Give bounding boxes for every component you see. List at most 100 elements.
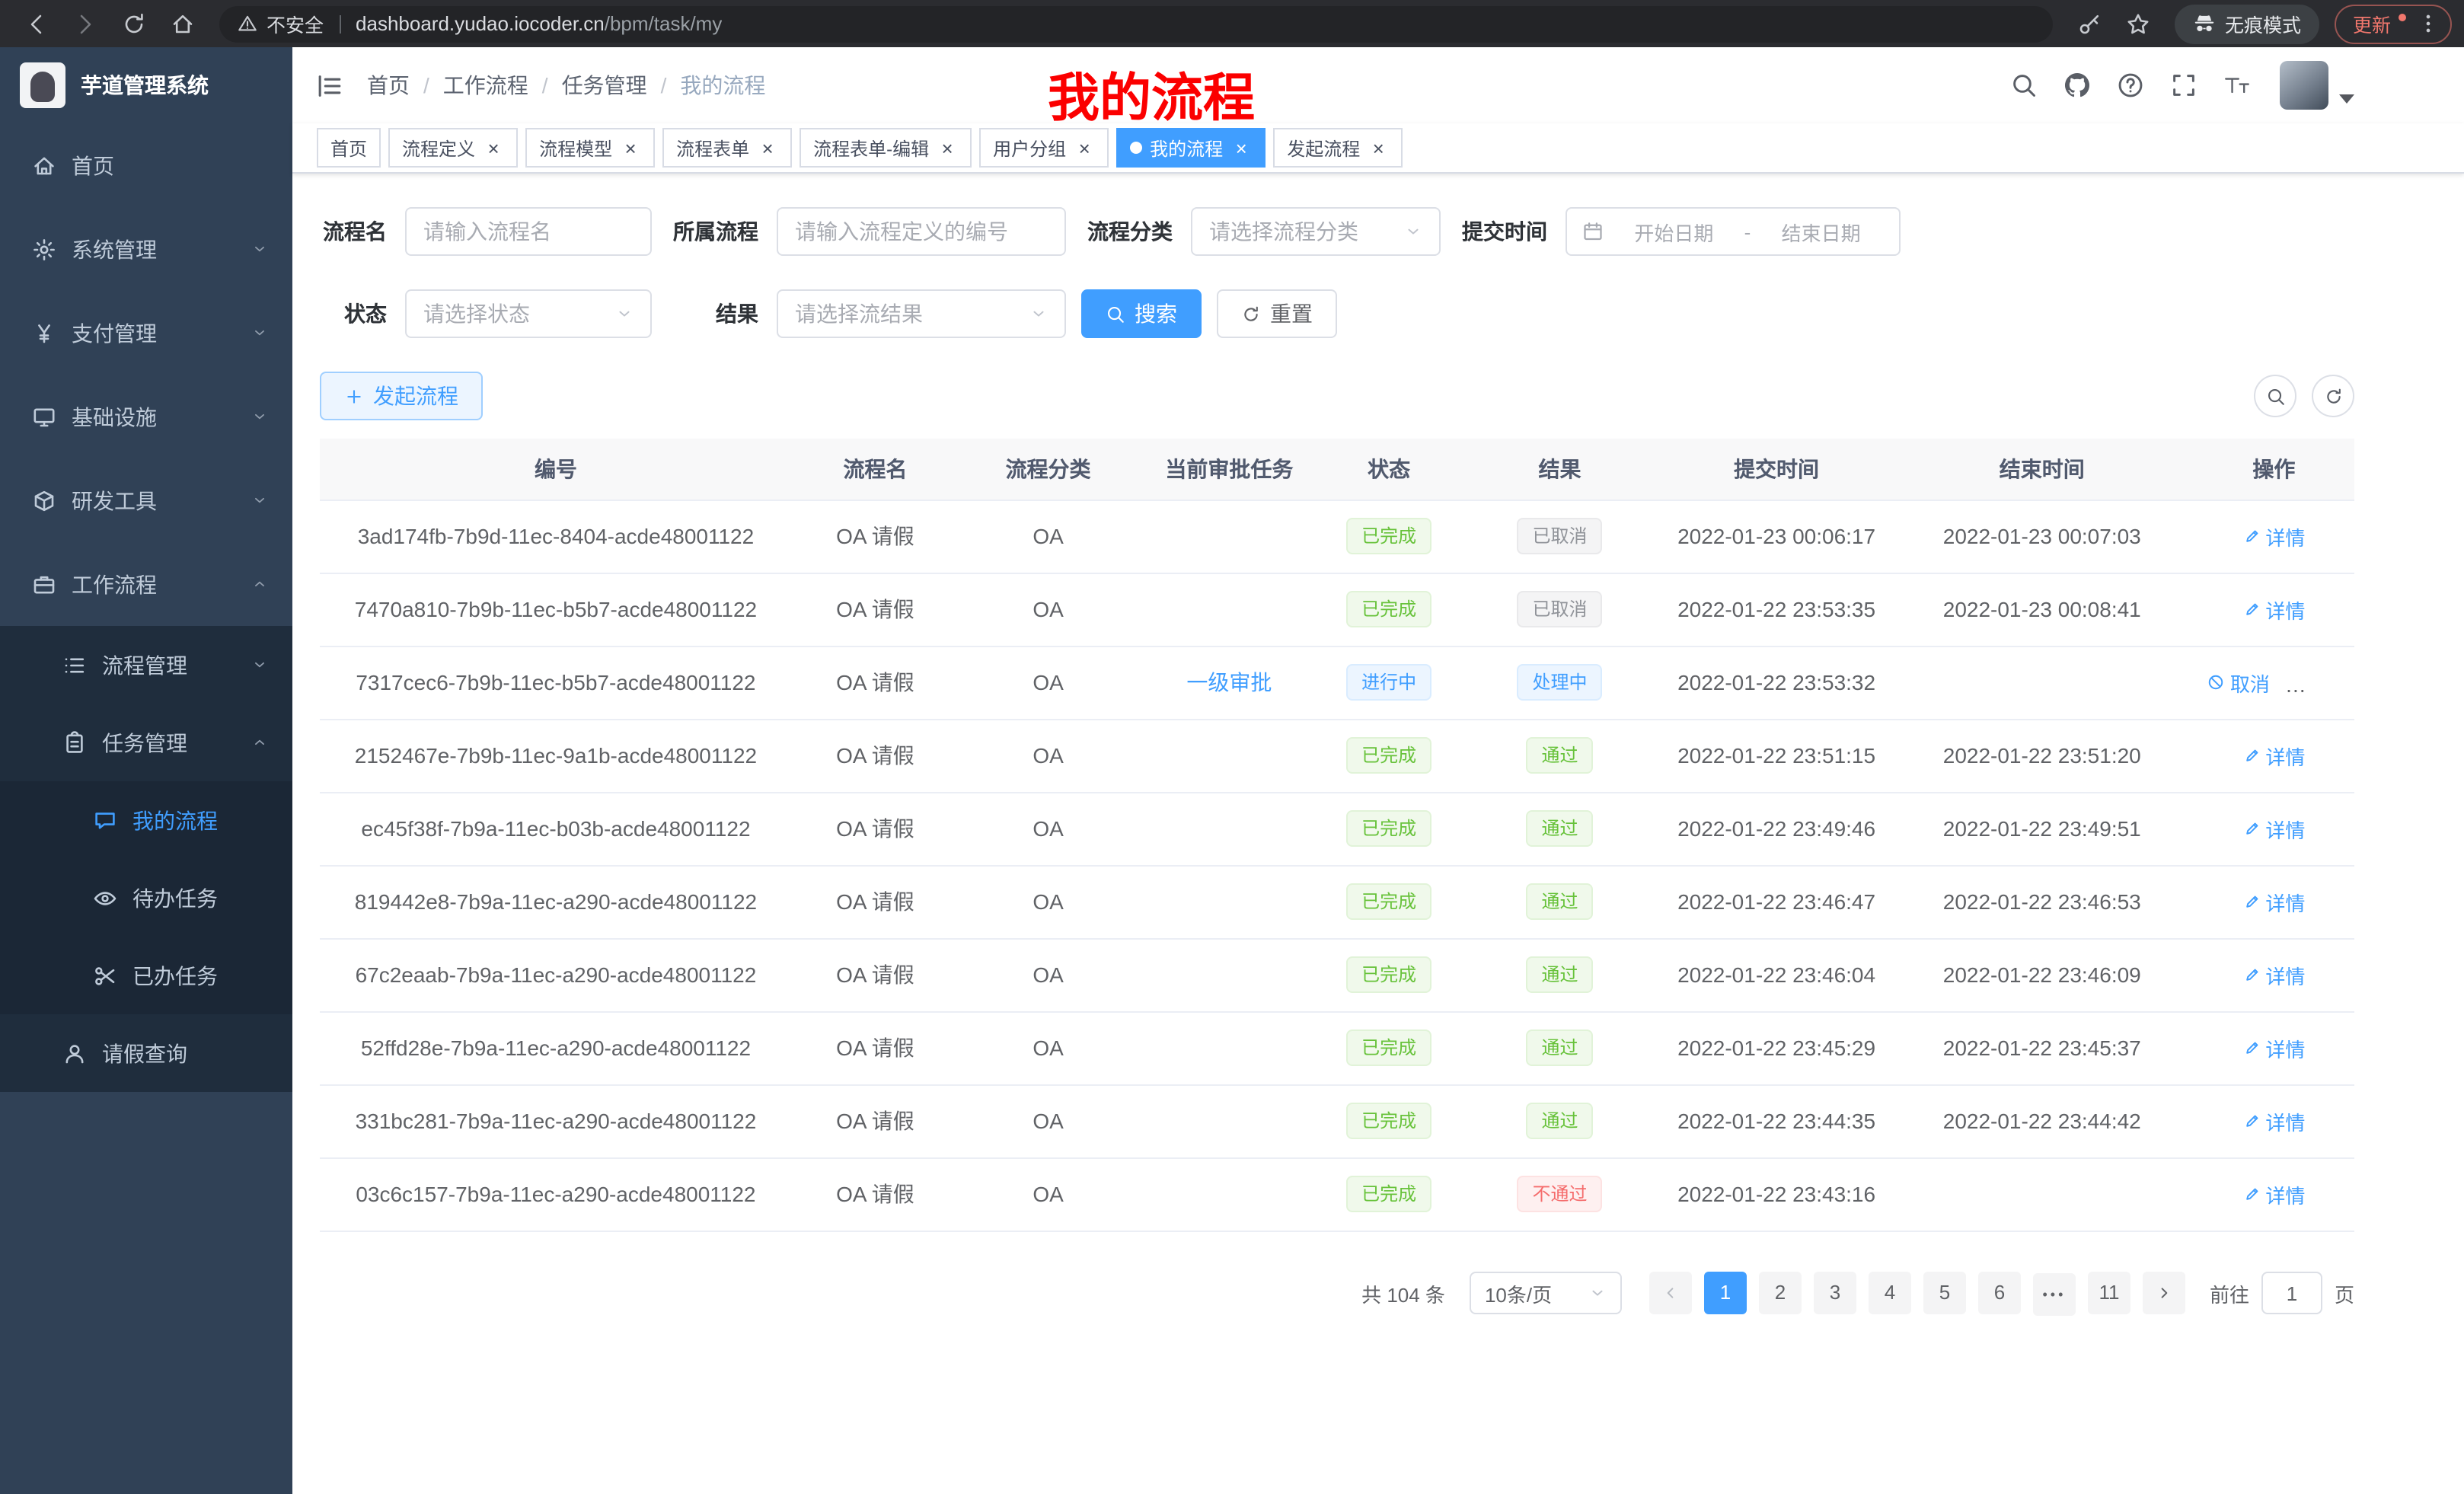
address-bar[interactable]: 不安全 dashboard.yudao.iocoder.cn/bpm/task/… xyxy=(219,5,2053,42)
detail-link[interactable]: 详情 xyxy=(2242,814,2305,843)
cell-result: 处理中 xyxy=(1457,646,1663,719)
result-select[interactable]: 请选择流结果 xyxy=(777,289,1066,338)
sidebar-item-todo-task[interactable]: 待办任务 xyxy=(0,859,292,937)
tab-close-icon[interactable]: × xyxy=(937,137,958,158)
breadcrumb-item[interactable]: 工作流程 xyxy=(443,70,528,101)
process-def-input[interactable] xyxy=(777,207,1066,256)
submit-time-range[interactable]: 开始日期 - 结束日期 xyxy=(1566,207,1901,256)
tab-process-model[interactable]: 流程模型× xyxy=(525,128,655,168)
sidebar-item-my-process[interactable]: 我的流程 xyxy=(0,781,292,859)
page-button-4[interactable]: 4 xyxy=(1869,1271,1911,1314)
breadcrumb-item: 我的流程 xyxy=(680,70,765,101)
page-button-1[interactable]: 1 xyxy=(1704,1271,1747,1314)
user-menu[interactable] xyxy=(2280,61,2354,110)
detail-link[interactable]: 详情 xyxy=(2242,1033,2305,1062)
tab-close-icon[interactable]: × xyxy=(757,137,778,158)
app-logo[interactable]: 芋道管理系统 xyxy=(0,47,292,123)
page-button-6[interactable]: 6 xyxy=(1978,1271,2021,1314)
table-column-header: 提交时间 xyxy=(1662,439,1890,500)
hamburger-icon[interactable] xyxy=(315,71,344,100)
tab-close-icon[interactable]: × xyxy=(483,137,504,158)
refresh-table-button[interactable] xyxy=(2312,375,2354,417)
breadcrumb-item[interactable]: 任务管理 xyxy=(562,70,647,101)
cell-process-name: OA 请假 xyxy=(792,938,959,1011)
tab-close-icon[interactable]: × xyxy=(1368,137,1389,158)
search-button[interactable]: 搜索 xyxy=(1081,289,1202,338)
reset-button[interactable]: 重置 xyxy=(1217,289,1337,338)
sidebar-item-process-manage[interactable]: 流程管理 xyxy=(0,626,292,704)
cancel-link[interactable]: 取消 xyxy=(2207,668,2270,697)
detail-link[interactable]: 详情 xyxy=(2242,522,2305,551)
more-pages-button[interactable]: ••• xyxy=(2033,1273,2076,1316)
cell-current-task xyxy=(1138,500,1320,573)
browser-home-icon[interactable] xyxy=(171,11,195,36)
detail-link[interactable]: 详情 xyxy=(2242,595,2305,624)
github-icon[interactable] xyxy=(2063,72,2091,99)
page-button-2[interactable]: 2 xyxy=(1759,1271,1802,1314)
sidebar-item-done-task[interactable]: 已办任务 xyxy=(0,937,292,1014)
refresh-icon xyxy=(2323,386,2343,406)
tab-start-process[interactable]: 发起流程 × xyxy=(1273,128,1403,168)
process-name-input[interactable] xyxy=(405,207,652,256)
sidebar-item-leave-query[interactable]: 请假查询 xyxy=(0,1014,292,1092)
detail-link[interactable]: 详情 xyxy=(2242,960,2305,989)
tab-my-process[interactable]: 我的流程 × xyxy=(1116,128,1266,168)
help-icon[interactable] xyxy=(2117,72,2144,99)
tab-process-form-edit[interactable]: 流程表单-编辑× xyxy=(800,128,972,168)
tab-close-icon[interactable]: × xyxy=(620,137,641,158)
browser-back-icon[interactable] xyxy=(24,11,49,36)
table-row: 52ffd28e-7b9a-11ec-a290-acde48001122OA 请… xyxy=(320,1011,2354,1084)
search-icon[interactable] xyxy=(2010,72,2038,99)
next-page-button[interactable] xyxy=(2143,1272,2185,1315)
avatar[interactable] xyxy=(2280,61,2328,110)
tab-user-group[interactable]: 用户分组× xyxy=(979,128,1109,168)
sidebar-item-payment-manage[interactable]: 支付管理 xyxy=(0,291,292,375)
tab-close-icon[interactable]: × xyxy=(1074,137,1095,158)
detail-link[interactable]: 详情 xyxy=(2242,887,2305,916)
tab-process-form[interactable]: 流程表单× xyxy=(662,128,792,168)
password-manager-icon[interactable] xyxy=(2077,11,2102,36)
detail-link[interactable]: 详情 xyxy=(2242,1106,2305,1135)
cell-submit-time: 2022-01-23 00:06:17 xyxy=(1662,500,1890,573)
page-button-5[interactable]: 5 xyxy=(1923,1271,1966,1314)
page-size-select[interactable]: 10条/页 xyxy=(1470,1272,1622,1315)
tab-label: 我的流程 xyxy=(1150,135,1223,161)
action-label: 详情 xyxy=(2265,1180,2305,1208)
detail-link[interactable]: 详情 xyxy=(2242,1180,2305,1208)
tab-close-icon[interactable]: × xyxy=(1230,137,1252,158)
table-row: 2152467e-7b9b-11ec-9a1b-acde48001122OA 请… xyxy=(320,719,2354,792)
sidebar-item-task-manage[interactable]: 任务管理 xyxy=(0,704,292,781)
sidebar-item-home[interactable]: 首页 xyxy=(0,123,292,207)
sidebar-item-system-manage[interactable]: 系统管理 xyxy=(0,207,292,291)
browser-forward-icon[interactable] xyxy=(73,11,97,36)
status-select[interactable]: 请选择状态 xyxy=(405,289,652,338)
sidebar-item-infrastructure[interactable]: 基础设施 xyxy=(0,375,292,458)
goto-page-input[interactable] xyxy=(2261,1272,2322,1315)
page-button-11[interactable]: 11 xyxy=(2088,1271,2130,1314)
prev-page-button[interactable] xyxy=(1649,1272,1692,1315)
browser-reload-icon[interactable] xyxy=(122,11,146,36)
table-row: 331bc281-7b9a-11ec-a290-acde48001122OA 请… xyxy=(320,1084,2354,1157)
sidebar-item-workflow[interactable]: 工作流程 xyxy=(0,542,292,626)
browser-menu-icon[interactable] xyxy=(2417,12,2440,35)
cell-end-time: 2022-01-22 23:44:42 xyxy=(1891,1084,2194,1157)
detail-link[interactable]: 详情 xyxy=(2242,741,2305,770)
status-tag: 已完成 xyxy=(1346,883,1431,920)
toggle-search-button[interactable] xyxy=(2254,375,2296,417)
sidebar-item-dev-tools[interactable]: 研发工具 xyxy=(0,458,292,542)
cell-operations: 详情 xyxy=(2194,1011,2354,1084)
tab-process-definition[interactable]: 流程定义× xyxy=(388,128,518,168)
category-select[interactable]: 请选择流程分类 xyxy=(1191,207,1441,256)
current-task-link[interactable]: 一级审批 xyxy=(1186,670,1272,694)
security-warning-icon[interactable] xyxy=(238,14,257,34)
create-process-button[interactable]: 发起流程 xyxy=(320,372,483,420)
scissors-icon xyxy=(93,963,117,988)
page-button-3[interactable]: 3 xyxy=(1814,1271,1856,1314)
font-size-icon[interactable] xyxy=(2223,72,2251,99)
breadcrumb-item[interactable]: 首页 xyxy=(367,70,410,101)
update-chip[interactable]: 更新 xyxy=(2335,4,2452,43)
tab-label: 发起流程 xyxy=(1287,135,1360,161)
bookmark-star-icon[interactable] xyxy=(2126,11,2150,36)
tab-home[interactable]: 首页 xyxy=(317,128,381,168)
fullscreen-icon[interactable] xyxy=(2170,72,2197,99)
